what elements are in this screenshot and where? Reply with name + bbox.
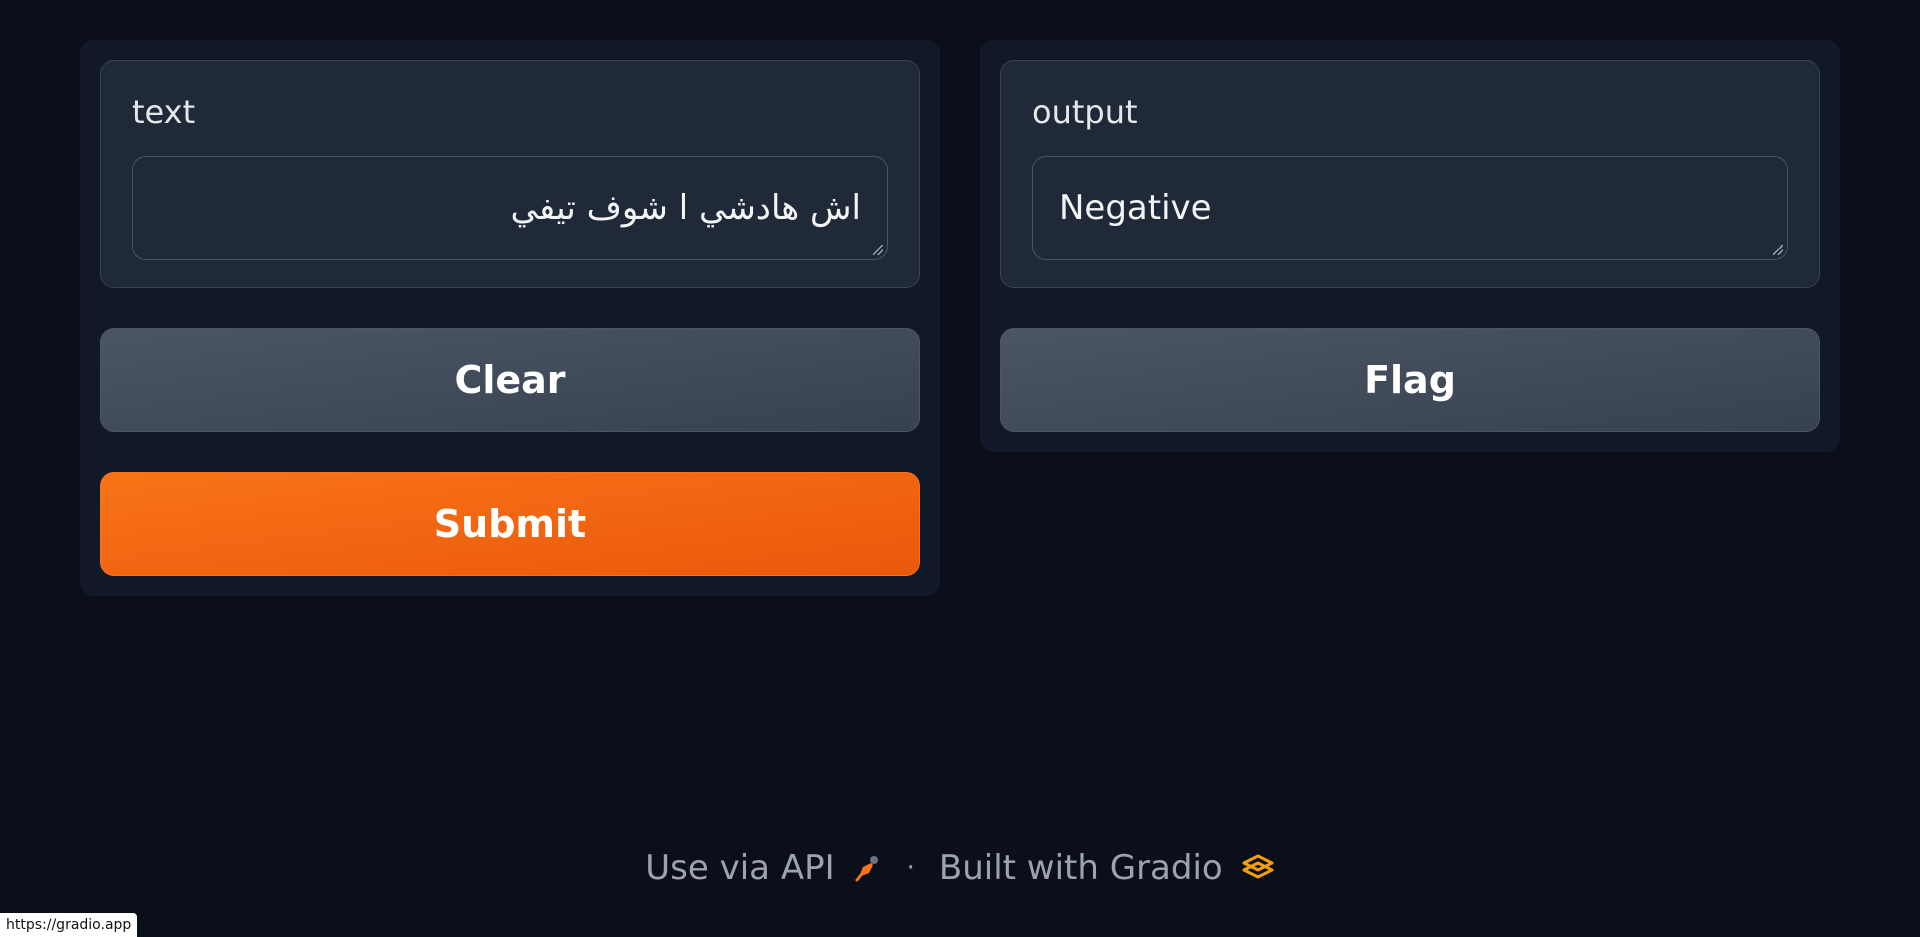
flag-button[interactable]: Flag: [1000, 328, 1820, 432]
text-input[interactable]: اش هادشي ا شوف تيفي: [132, 156, 888, 260]
text-input-label: text: [132, 93, 196, 131]
output-textbox[interactable]: Negative: [1032, 156, 1788, 260]
output-block: output Negative: [1000, 60, 1820, 288]
footer-separator: ·: [906, 853, 915, 883]
rocket-icon: [853, 853, 883, 883]
text-input-block: text اش هادشي ا شوف تيفي: [100, 60, 920, 288]
built-with-gradio-link[interactable]: Built with Gradio: [939, 848, 1275, 888]
resize-handle-icon[interactable]: [873, 245, 883, 255]
resize-handle-icon[interactable]: [1773, 245, 1783, 255]
text-input-value: اش هادشي ا شوف تيفي: [510, 188, 861, 228]
output-panel: output Negative Flag: [980, 40, 1840, 452]
status-bar-url: https://gradio.app: [0, 913, 138, 937]
footer: Use via API · Built with Gradio: [0, 848, 1920, 888]
built-with-gradio-label: Built with Gradio: [938, 848, 1223, 888]
submit-button[interactable]: Submit: [100, 472, 920, 576]
output-value: Negative: [1059, 188, 1212, 228]
output-label: output: [1032, 93, 1138, 131]
clear-button[interactable]: Clear: [100, 328, 920, 432]
use-via-api-label: Use via API: [645, 848, 835, 888]
input-panel: text اش هادشي ا شوف تيفي Clear Submit: [80, 40, 940, 596]
use-via-api-link[interactable]: Use via API: [645, 848, 882, 888]
gradio-logo-icon: [1241, 853, 1275, 883]
